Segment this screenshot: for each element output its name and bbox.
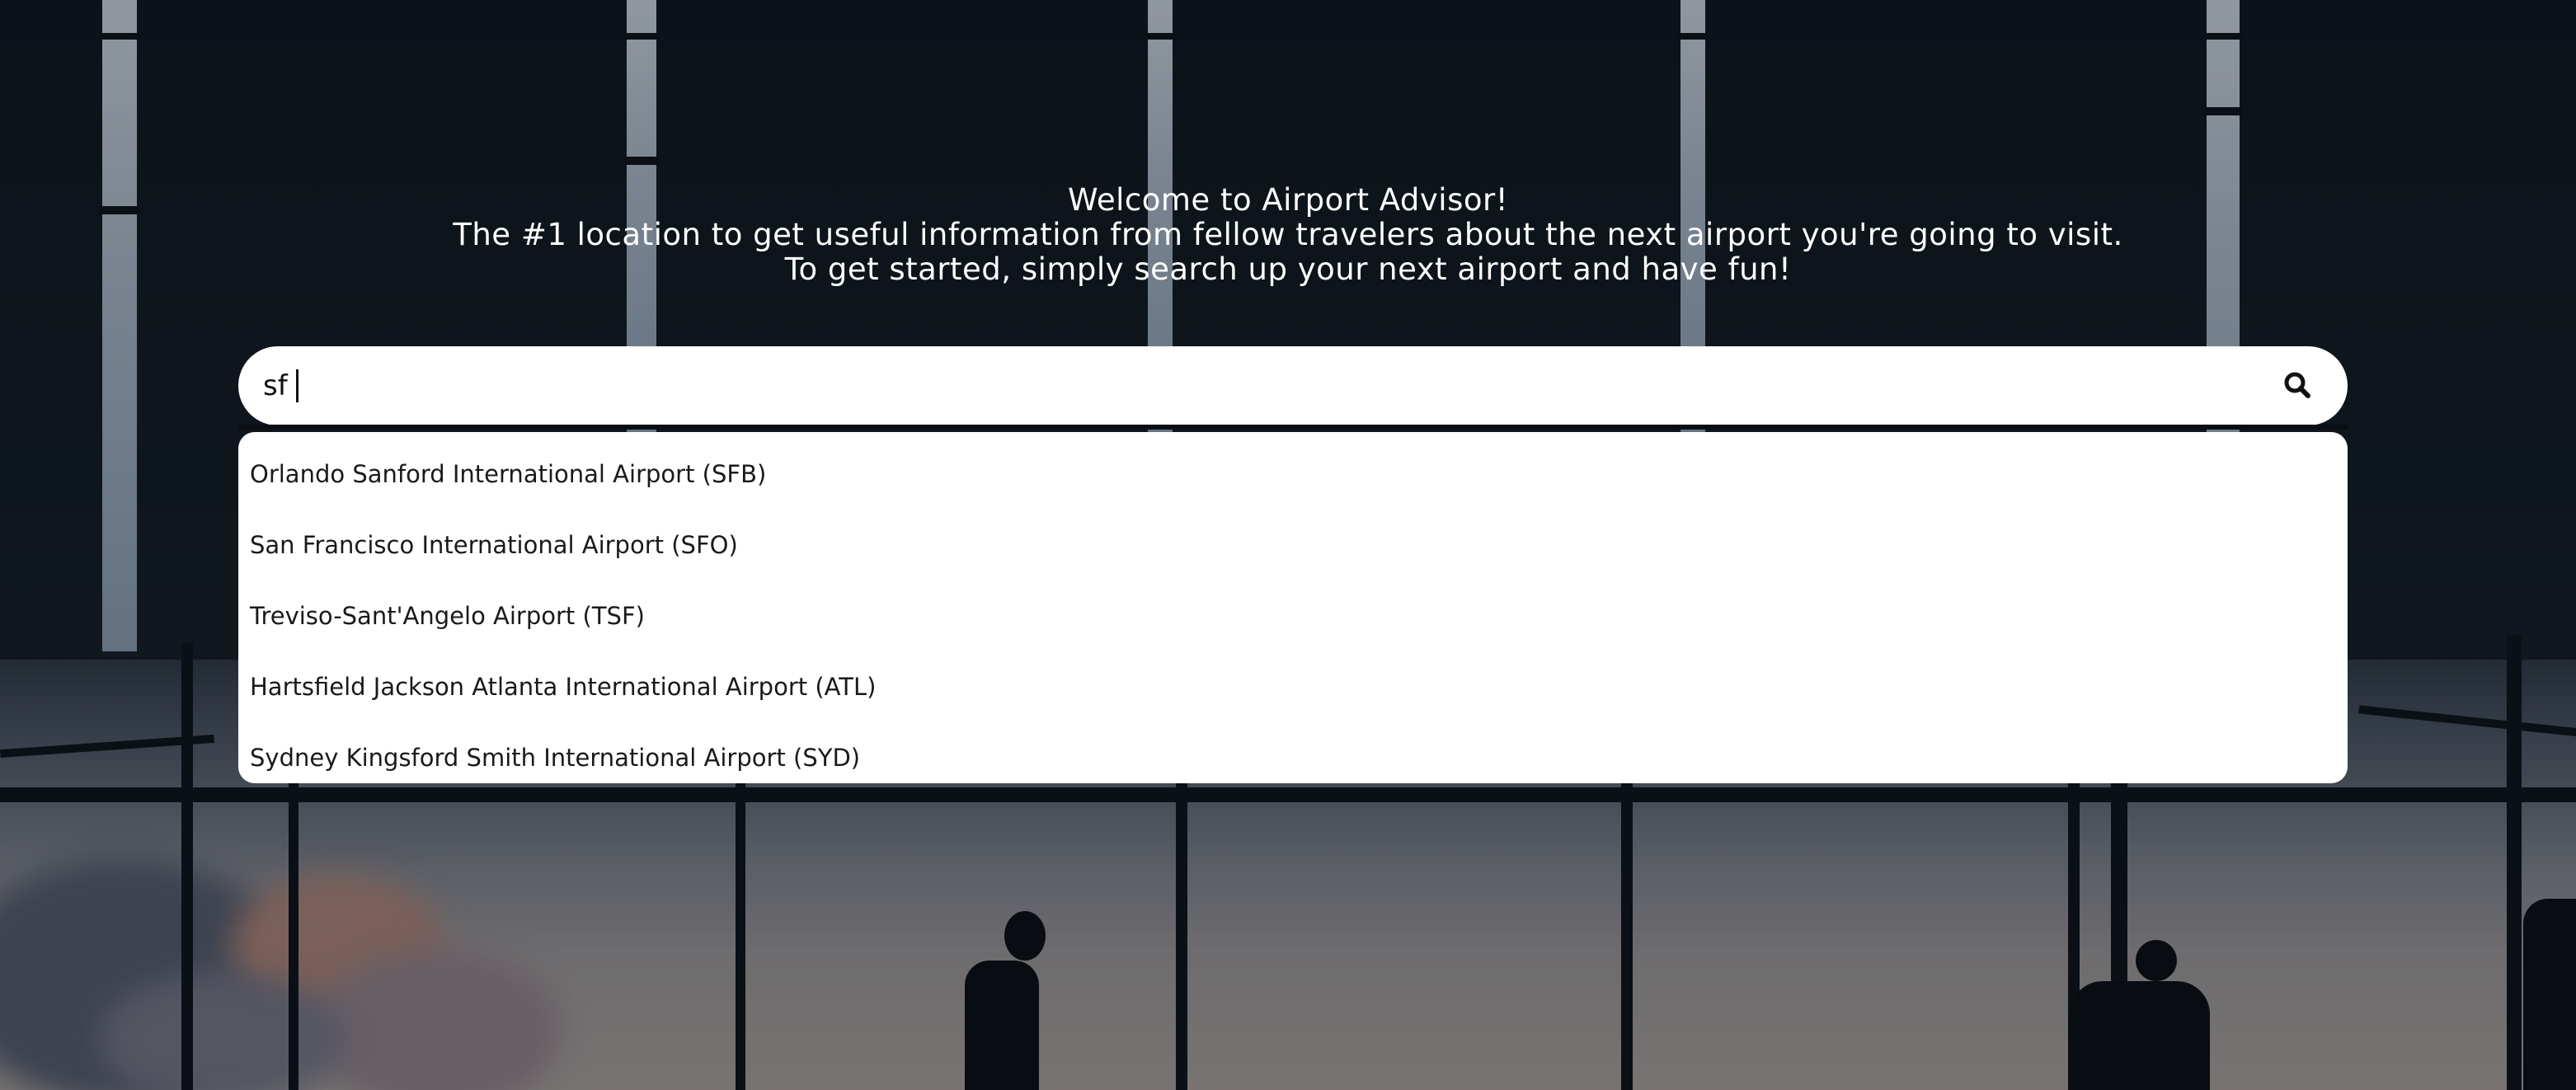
welcome-title: Welcome to Airport Advisor! (1067, 182, 1509, 218)
suggestion-item[interactable]: Hartsfield Jackson Atlanta International… (238, 651, 2348, 722)
welcome-message: Welcome to Airport Advisor! The #1 locat… (0, 183, 2576, 287)
suggestion-item[interactable]: San Francisco International Airport (SFO… (238, 510, 2348, 580)
welcome-tagline: The #1 location to get useful informatio… (453, 217, 2123, 252)
search-bar-underline (238, 425, 2348, 430)
suggestion-item[interactable]: Orlando Sanford International Airport (S… (238, 439, 2348, 510)
suggestion-item[interactable]: Sydney Kingsford Smith International Air… (238, 722, 2348, 793)
page: Welcome to Airport Advisor! The #1 locat… (0, 0, 2576, 1090)
suggestions-dropdown: Orlando Sanford International Airport (S… (238, 432, 2348, 783)
text-caret (296, 369, 298, 402)
search-icon (2284, 372, 2310, 398)
airport-search-input[interactable] (263, 358, 2242, 414)
airport-search-bar (238, 346, 2348, 425)
search-button[interactable] (2280, 368, 2316, 404)
suggestion-item[interactable]: Treviso-Sant'Angelo Airport (TSF) (238, 580, 2348, 651)
welcome-instructions: To get started, simply search up your ne… (784, 251, 1792, 287)
